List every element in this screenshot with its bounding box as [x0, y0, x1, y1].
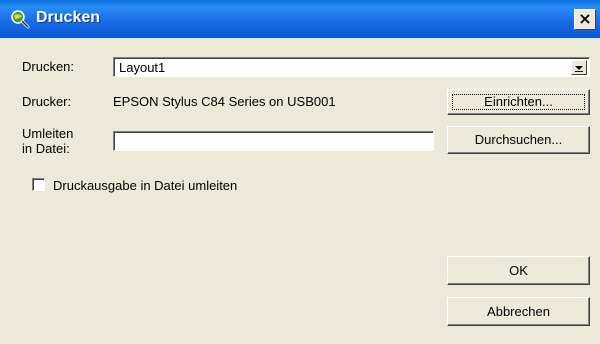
dropdown-button[interactable]: [571, 60, 587, 75]
title-bar[interactable]: Drucken ×: [0, 0, 600, 38]
close-button[interactable]: ×: [574, 9, 596, 30]
redirect-checkbox-label[interactable]: Druckausgabe in Datei umleiten: [53, 178, 237, 193]
browse-button-label: Durchsuchen...: [474, 132, 563, 147]
cancel-button-label: Abbrechen: [487, 304, 550, 319]
close-icon: ×: [578, 9, 592, 28]
print-layout-select[interactable]: Layout1: [113, 57, 590, 77]
chevron-down-icon: [575, 66, 583, 70]
print-label: Drucken:: [22, 59, 75, 74]
print-dialog: Drucken × Drucken: Layout1 Drucker: EPSO…: [0, 0, 600, 344]
setup-button[interactable]: Einrichten...: [447, 89, 590, 115]
printer-label: Drucker:: [22, 94, 72, 109]
redirect-label-line2: in Datei:: [22, 141, 70, 156]
redirect-checkbox[interactable]: [32, 178, 45, 191]
window-title: Drucken: [36, 9, 101, 26]
cancel-button[interactable]: Abbrechen: [447, 297, 590, 326]
browse-button[interactable]: Durchsuchen...: [447, 126, 590, 154]
print-layout-value: Layout1: [119, 60, 166, 75]
redirect-label-line1: Umleiten: [22, 126, 74, 141]
ok-button-label: OK: [509, 263, 528, 278]
magnifier-globe-icon: [11, 10, 30, 29]
printer-name: EPSON Stylus C84 Series on USB001: [113, 94, 336, 109]
ok-button[interactable]: OK: [447, 256, 590, 285]
redirect-label: Umleiten in Datei:: [22, 126, 73, 156]
redirect-file-input[interactable]: [113, 131, 434, 151]
